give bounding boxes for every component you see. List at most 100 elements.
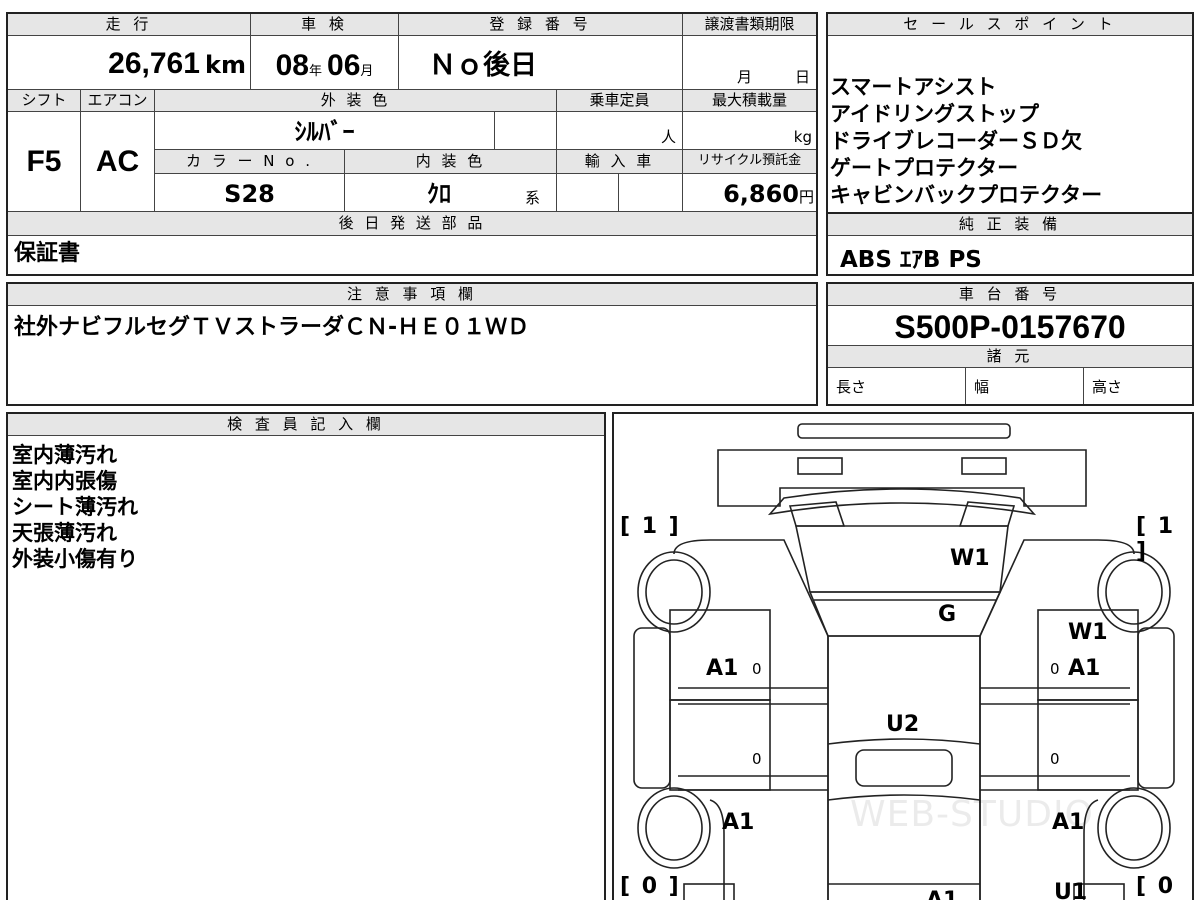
registration-header: 登 録 番 号 bbox=[398, 14, 682, 36]
mileage-unit: km bbox=[205, 51, 246, 79]
left-sill-rear bbox=[678, 775, 828, 791]
spec-length-label: 長さ bbox=[836, 378, 867, 396]
sales-points-header: セ ー ル ス ポ イ ン ト bbox=[828, 14, 1192, 36]
recycle-fee-value: 6,860 bbox=[723, 180, 799, 208]
tire-front-left-label: [ 1 ] bbox=[620, 514, 681, 539]
front-right-door-damage-w: W1 bbox=[1068, 620, 1108, 645]
damage-diagram-box: [ 1 ] [ 1 ] [ 0 ] [ 0 ] W1 G W1 A1 A1 0 … bbox=[612, 412, 1194, 900]
hood-shape bbox=[808, 591, 1002, 637]
front-left-wheel-inner bbox=[645, 559, 703, 625]
inspector-note-item: シート薄汚れ bbox=[12, 495, 138, 519]
transfer-deadline-header: 譲渡書類期限 bbox=[682, 14, 816, 36]
recycle-fee-cell: 6,860円 bbox=[682, 174, 816, 212]
spec-width: 幅 bbox=[966, 368, 1084, 404]
inspector-note-item: 天張薄汚れ bbox=[12, 521, 117, 545]
sales-points-list: スマートアシスト アイドリングストップ ドライブレコーダーＳＤ欠 ゲートプロテク… bbox=[830, 74, 1190, 209]
genuine-equipment-box: 純 正 装 備 ABS ｴｱB PS bbox=[826, 212, 1194, 276]
aircon-header: エアコン bbox=[80, 90, 154, 112]
aircon-value: AC bbox=[95, 145, 140, 178]
capacity-unit: 人 bbox=[660, 128, 676, 146]
zero-mark: 0 bbox=[752, 660, 762, 678]
right-panel-shape bbox=[1137, 627, 1175, 789]
max-load-unit: kg bbox=[793, 128, 812, 146]
right-sill-rear bbox=[980, 775, 1130, 791]
rear-left-wheel-inner bbox=[645, 795, 703, 861]
tire-front-right-label: [ 1 ] bbox=[1136, 514, 1176, 564]
notes-header: 注 意 事 項 欄 bbox=[8, 284, 816, 306]
mileage-header: 走 行 bbox=[8, 14, 250, 36]
left-panel-shape bbox=[633, 627, 671, 789]
recycle-fee-unit: 円 bbox=[798, 188, 814, 206]
roof-shape bbox=[827, 635, 981, 900]
bed-damage: A1 bbox=[926, 888, 958, 900]
bed-frame-shape bbox=[717, 449, 1087, 507]
max-load-header: 最大積載量 bbox=[682, 90, 816, 112]
chassis-box: 車 台 番 号 S500P-0157670 諸 元 長さ 幅 高さ bbox=[826, 282, 1194, 406]
interior-color-value: ｸﾛ bbox=[427, 180, 451, 208]
front-left-wheel bbox=[637, 551, 711, 633]
tail-light-right bbox=[961, 457, 1007, 475]
shift-value: F5 bbox=[26, 145, 62, 178]
later-parts-cell: 保証書 bbox=[14, 240, 80, 267]
capacity-header: 乗車定員 bbox=[556, 90, 682, 112]
rear-right-wheel bbox=[1097, 787, 1171, 869]
aircon-cell: AC bbox=[80, 112, 154, 212]
rear-right-wheel-inner bbox=[1105, 795, 1163, 861]
interior-color-cell: ｸﾛ 系 bbox=[344, 174, 556, 212]
recycle-fee-header: リサイクル預託金 bbox=[682, 150, 816, 174]
windshield-damage: W1 bbox=[950, 546, 990, 571]
sales-point-item: ゲートプロテクター bbox=[830, 156, 1019, 180]
notes-value: 社外ナビフルセグＴＶストラーダＣＮ-ＨＥ０１ＷＤ bbox=[14, 315, 530, 340]
zero-mark: 0 bbox=[1050, 750, 1060, 768]
color-no-cell: S28 bbox=[154, 174, 344, 212]
year-unit: 年 bbox=[308, 64, 322, 79]
tire-rear-left-label: [ 0 ] bbox=[620, 874, 681, 899]
roof-damage: U2 bbox=[886, 712, 920, 737]
max-load-cell: kg bbox=[682, 112, 816, 150]
mileage-value: 26,761 bbox=[108, 47, 200, 80]
notes-cell: 社外ナビフルセグＴＶストラーダＣＮ-ＨＥ０１ＷＤ bbox=[14, 314, 529, 341]
zero-mark: 0 bbox=[752, 750, 762, 768]
chassis-number-header: 車 台 番 号 bbox=[828, 284, 1192, 306]
registration-value: Ｎｏ後日 bbox=[429, 50, 537, 81]
left-sill bbox=[678, 687, 828, 705]
sales-point-item: キャビンバックプロテクター bbox=[830, 183, 1103, 207]
exterior-color-cell: ｼﾙﾊﾞｰ bbox=[154, 112, 494, 150]
spec-length: 長さ bbox=[828, 368, 966, 404]
tail-light-left bbox=[797, 457, 843, 475]
capacity-cell: 人 bbox=[556, 112, 682, 150]
left-rear-damage: A1 bbox=[722, 810, 755, 835]
right-bottom-damage: U1 bbox=[1054, 880, 1088, 900]
tire-rear-right-label: [ 0 ] bbox=[1136, 874, 1176, 900]
month-unit: 月 bbox=[360, 64, 374, 79]
exterior-color-value: ｼﾙﾊﾞｰ bbox=[294, 118, 355, 146]
left-door-front bbox=[669, 609, 771, 701]
inspection-year: 08 bbox=[275, 49, 309, 82]
left-front-damage: A1 bbox=[706, 656, 739, 681]
later-parts-header: 後 日 発 送 部 品 bbox=[8, 212, 816, 236]
spec-height-label: 高さ bbox=[1092, 378, 1123, 396]
inspector-notes-header: 検 査 員 記 入 欄 bbox=[8, 414, 604, 436]
front-right-wheel bbox=[1097, 551, 1171, 633]
deadline-month: 月 bbox=[737, 68, 753, 86]
right-front-damage: A1 bbox=[1068, 656, 1101, 681]
rear-bar-shape bbox=[797, 423, 1011, 439]
color-no-header: カ ラ ー N o . bbox=[154, 150, 344, 174]
deadline-cell: 月 日 bbox=[682, 36, 816, 90]
spec-height: 高さ bbox=[1084, 368, 1192, 404]
roof-window-shape bbox=[855, 749, 953, 787]
sales-points-box: セ ー ル ス ポ イ ン ト スマートアシスト アイドリングストップ ドライブ… bbox=[826, 12, 1194, 214]
notes-box: 注 意 事 項 欄 社外ナビフルセグＴＶストラーダＣＮ-ＨＥ０１ＷＤ bbox=[6, 282, 818, 406]
sales-point-item: スマートアシスト bbox=[830, 75, 997, 99]
genuine-equipment-value: ABS ｴｱB PS bbox=[840, 247, 982, 273]
sales-point-item: アイドリングストップ bbox=[830, 102, 1039, 126]
hood-damage: G bbox=[938, 602, 957, 627]
spec-width-label: 幅 bbox=[974, 378, 990, 396]
mileage-cell: 26,761 km bbox=[8, 36, 250, 90]
rear-left-wheel bbox=[637, 787, 711, 869]
shift-cell: F5 bbox=[8, 112, 80, 212]
inspector-note-item: 外装小傷有り bbox=[12, 547, 138, 571]
sales-point-item: ドライブレコーダーＳＤ欠 bbox=[830, 129, 1082, 153]
genuine-equipment-cell: ABS ｴｱB PS bbox=[840, 240, 982, 274]
registration-cell: Ｎｏ後日 bbox=[398, 36, 682, 90]
